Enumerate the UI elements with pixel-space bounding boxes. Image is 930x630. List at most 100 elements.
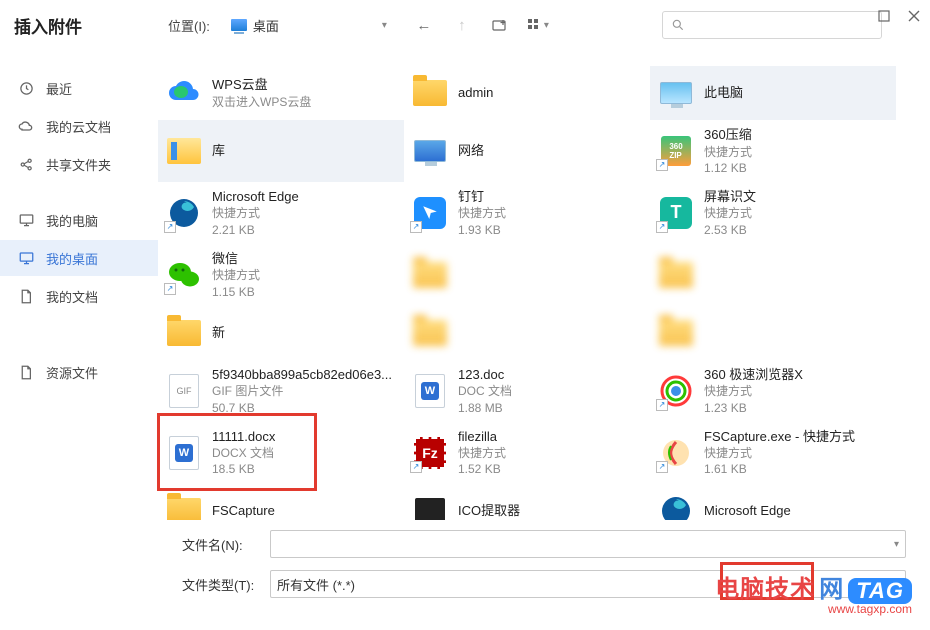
- file-name: 此电脑: [704, 84, 743, 102]
- sidebar-item-label: 我的文档: [46, 287, 98, 306]
- file-item[interactable]: W123.docDOC 文档1.88 MB: [404, 360, 650, 422]
- filename-input[interactable]: ▾: [270, 530, 906, 558]
- file-icon: [658, 75, 694, 111]
- file-meta: 快捷方式: [704, 445, 855, 461]
- file-size: 1.12 KB: [704, 160, 752, 176]
- view-mode-button[interactable]: ▾: [526, 13, 550, 37]
- file-item[interactable]: 新: [158, 306, 404, 360]
- new-folder-button[interactable]: [488, 13, 512, 37]
- file-item[interactable]: [650, 244, 896, 306]
- blur-icon: [18, 326, 34, 342]
- file-item[interactable]: ↗Microsoft Edge快捷方式2.21 KB: [158, 182, 404, 244]
- search-input[interactable]: [662, 11, 882, 39]
- file-name: filezilla: [458, 428, 506, 446]
- file-size: 1.61 KB: [704, 461, 855, 477]
- file-item[interactable]: GIF5f9340bba899a5cb82ed06e3...GIF 图片文件50…: [158, 360, 404, 422]
- filetype-value: 所有文件 (*.*): [277, 575, 355, 594]
- up-button[interactable]: ↑: [450, 13, 474, 37]
- file-item[interactable]: ICO提取器: [404, 484, 650, 520]
- file-item[interactable]: Fz↗filezilla快捷方式1.52 KB: [404, 422, 650, 484]
- file-size: 2.53 KB: [704, 222, 756, 238]
- file-size: 1.23 KB: [704, 400, 803, 416]
- file-icon: [412, 257, 448, 293]
- close-button[interactable]: [906, 8, 922, 24]
- cloud-icon: [18, 118, 34, 134]
- file-name: FSCapture: [212, 502, 275, 520]
- file-item[interactable]: ↗钉钉快捷方式1.93 KB: [404, 182, 650, 244]
- file-icon: [166, 133, 202, 169]
- sidebar-item[interactable]: 最近: [0, 70, 158, 106]
- file-item[interactable]: ↗360 极速浏览器X快捷方式1.23 KB: [650, 360, 896, 422]
- filetype-select[interactable]: 所有文件 (*.*) ▾: [270, 570, 906, 598]
- file-item[interactable]: 网络: [404, 120, 650, 182]
- sidebar-item[interactable]: 我的电脑: [0, 202, 158, 238]
- file-icon: [658, 493, 694, 520]
- file-icon: 360ZIP↗: [658, 133, 694, 169]
- file-icon: [412, 75, 448, 111]
- file-name: 钉钉: [458, 188, 506, 206]
- desktop-icon: [231, 19, 247, 31]
- file-item[interactable]: 360ZIP↗360压缩快捷方式1.12 KB: [650, 120, 896, 182]
- file-name: ICO提取器: [458, 502, 520, 520]
- location-label: 位置(I):: [168, 16, 210, 35]
- file-item[interactable]: W11111.docxDOCX 文档18.5 KB: [158, 422, 404, 484]
- file-item[interactable]: [404, 244, 650, 306]
- chevron-down-icon: ▾: [894, 579, 899, 590]
- file-name: [458, 324, 497, 342]
- file-item[interactable]: WPS云盘双击进入WPS云盘: [158, 66, 404, 120]
- file-name: 5f9340bba899a5cb82ed06e3...: [212, 366, 392, 384]
- file-meta: 快捷方式: [458, 445, 506, 461]
- filename-label: 文件名(N):: [182, 535, 260, 554]
- file-item[interactable]: ↗FSCapture.exe - 快捷方式快捷方式1.61 KB: [650, 422, 896, 484]
- desktop-icon: [18, 212, 34, 228]
- doc-icon: [18, 364, 34, 380]
- file-meta: 快捷方式: [212, 205, 299, 221]
- location-dropdown[interactable]: 桌面 ▾: [224, 12, 394, 39]
- sidebar-item[interactable]: 我的云文档: [0, 108, 158, 144]
- file-icon: GIF: [166, 373, 202, 409]
- file-icon: [166, 75, 202, 111]
- file-name: admin: [458, 84, 493, 102]
- file-name: 库: [212, 142, 225, 160]
- sidebar-item-label: 共享文件夹: [46, 155, 111, 174]
- file-name: 360 极速浏览器X: [704, 366, 803, 384]
- doc-icon: [18, 288, 34, 304]
- file-icon: [658, 315, 694, 351]
- file-item[interactable]: 库: [158, 120, 404, 182]
- sidebar-item-label: 资源文件: [46, 363, 98, 382]
- file-item[interactable]: 此电脑: [650, 66, 896, 120]
- sidebar-item[interactable]: 我的文档: [0, 278, 158, 314]
- sidebar-item-label: 我的云文档: [46, 117, 111, 136]
- sidebar-item-label: 最近: [46, 79, 72, 98]
- file-name: [704, 266, 743, 284]
- file-item[interactable]: FSCapture: [158, 484, 404, 520]
- file-icon: T↗: [658, 195, 694, 231]
- desktop-icon: [18, 250, 34, 266]
- share-icon: [18, 156, 34, 172]
- sidebar-item[interactable]: 资源文件: [0, 354, 158, 390]
- chevron-down-icon: ▾: [894, 539, 899, 550]
- file-item[interactable]: T↗屏幕识文快捷方式2.53 KB: [650, 182, 896, 244]
- search-icon: [671, 18, 685, 32]
- file-item[interactable]: [650, 306, 896, 360]
- file-name: Microsoft Edge: [212, 188, 299, 206]
- file-meta: DOCX 文档: [212, 445, 275, 461]
- clock-icon: [18, 80, 34, 96]
- file-item[interactable]: ↗微信快捷方式1.15 KB: [158, 244, 404, 306]
- file-icon: [658, 257, 694, 293]
- file-name: [458, 266, 497, 284]
- maximize-button[interactable]: [876, 8, 892, 24]
- file-icon: ↗: [166, 257, 202, 293]
- file-icon: [412, 315, 448, 351]
- sidebar-item[interactable]: [0, 316, 158, 352]
- file-size: 18.5 KB: [212, 461, 275, 477]
- file-meta: 快捷方式: [458, 205, 506, 221]
- back-button[interactable]: ←: [412, 13, 436, 37]
- file-meta: 快捷方式: [704, 144, 752, 160]
- file-icon: W: [166, 435, 202, 471]
- file-item[interactable]: [404, 306, 650, 360]
- sidebar-item[interactable]: 共享文件夹: [0, 146, 158, 182]
- file-item[interactable]: admin: [404, 66, 650, 120]
- file-item[interactable]: Microsoft Edge: [650, 484, 896, 520]
- sidebar-item[interactable]: 我的桌面: [0, 240, 158, 276]
